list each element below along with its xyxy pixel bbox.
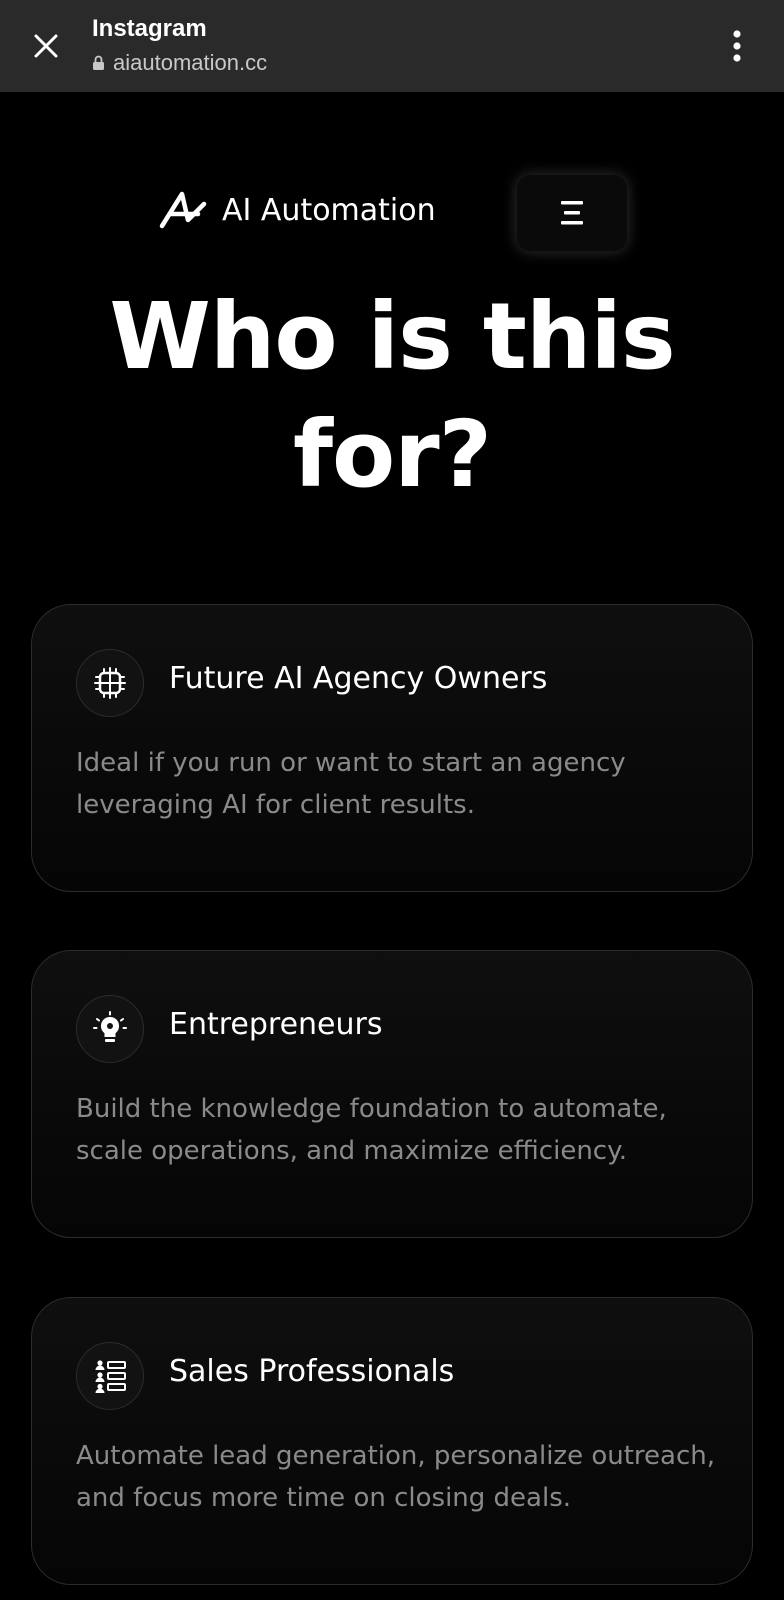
card-title: Entrepreneurs [169,1007,383,1042]
brain-chip-icon [94,667,126,699]
hamburger-menu-button[interactable] [516,174,628,252]
card-description: Automate lead generation, personalize ou… [76,1435,716,1519]
page-title: Who is this for? [0,278,784,514]
logo-text: AI Automation [222,192,436,228]
card-title: Future AI Agency Owners [169,661,548,696]
card-description-line-1: Build the knowledge foundation to automa… [76,1094,667,1124]
page-url: aiautomation.cc [113,50,268,75]
card-icon-badge [76,649,144,717]
audience-card-sales-professionals: Sales Professionals Automate lead genera… [31,1297,753,1585]
ai-automation-logo-icon [159,191,207,229]
lightbulb-gear-icon [93,1011,127,1042]
card-icon-badge [76,1342,144,1410]
more-vertical-icon [733,30,741,62]
card-icon-badge [76,995,144,1063]
card-description-line-1: Automate lead generation, personalize ou… [76,1441,716,1471]
people-list-icon [95,1360,126,1393]
close-icon [34,34,58,58]
card-description-line-2: and focus more time on closing deals. [76,1483,572,1513]
card-title: Sales Professionals [169,1354,455,1389]
card-description-line-2: scale operations, and maximize efficienc… [76,1136,628,1166]
url-row[interactable]: aiautomation.cc [92,50,267,76]
page-title-line-2: for? [293,401,492,508]
audience-card-agency-owners: Future AI Agency Owners Ideal if you run… [31,604,753,892]
site-logo[interactable]: AI Automation [158,190,436,230]
audience-card-entrepreneurs: Entrepreneurs Build the knowledge founda… [31,950,753,1238]
card-description: Build the knowledge foundation to automa… [76,1088,716,1172]
lock-icon [93,55,104,70]
card-description: Ideal if you run or want to start an age… [76,742,716,826]
page-title-line-1: Who is this [109,283,675,390]
more-options-button[interactable] [718,26,756,66]
card-description-line-1: Ideal if you run or want to start an age… [76,748,626,778]
browser-top-bar: Instagram aiautomation.cc [0,0,784,92]
browser-page-title: Instagram [92,15,207,42]
hamburger-menu-icon [561,201,583,225]
card-description-line-2: leveraging AI for client results. [76,790,475,820]
close-button[interactable] [28,28,64,64]
